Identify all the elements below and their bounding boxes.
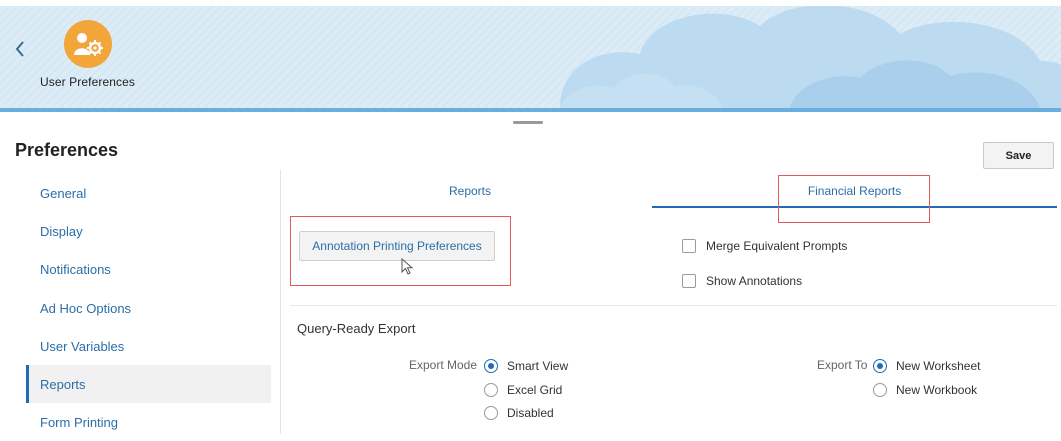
banner-bottom-bar [0, 108, 1061, 112]
sidebar-divider [280, 170, 281, 434]
header-banner: User Preferences [0, 0, 1061, 112]
sidebar-item-user-variables[interactable]: User Variables [26, 327, 271, 365]
sidebar-item-reports[interactable]: Reports [26, 365, 271, 403]
radio-label: New Workbook [896, 383, 978, 397]
export-mode-label: Export Mode [409, 358, 478, 372]
sidebar-item-notifications[interactable]: Notifications [26, 250, 271, 288]
radio-label: Smart View [507, 359, 569, 373]
user-settings-icon [64, 20, 112, 68]
radio-button[interactable] [484, 406, 498, 420]
section-divider [290, 305, 1057, 306]
save-button[interactable]: Save [983, 142, 1054, 169]
sidebar-item-display[interactable]: Display [26, 212, 271, 250]
sidebar-item-general[interactable]: General [26, 174, 271, 212]
checkbox-label: Merge Equivalent Prompts [706, 239, 848, 253]
radio-new-worksheet[interactable]: New Worksheet [873, 357, 980, 375]
radio-smart-view[interactable]: Smart View [484, 357, 568, 375]
sidebar-item-form-printing[interactable]: Form Printing [26, 403, 271, 441]
radio-button[interactable] [484, 359, 498, 373]
radio-label: Excel Grid [507, 383, 563, 397]
page-title: Preferences [15, 140, 119, 160]
radio-label: New Worksheet [896, 359, 981, 373]
radio-excel-grid[interactable]: Excel Grid [484, 381, 562, 399]
checkbox-box[interactable] [682, 239, 696, 253]
section-title-query-ready-export: Query-Ready Export [297, 321, 416, 336]
export-to-label: Export To [817, 358, 868, 372]
radio-label: Disabled [507, 406, 554, 420]
highlight-box-financial-reports [778, 175, 930, 223]
radio-disabled[interactable]: Disabled [484, 404, 554, 422]
merge-equivalent-prompts-checkbox[interactable]: Merge Equivalent Prompts [682, 237, 847, 255]
annotation-printing-preferences-button[interactable]: Annotation Printing Preferences [299, 231, 495, 261]
sidebar-item-ad-hoc-options[interactable]: Ad Hoc Options [26, 289, 271, 327]
app-title: User Preferences [40, 75, 135, 89]
checkbox-box[interactable] [682, 274, 696, 288]
radio-new-workbook[interactable]: New Workbook [873, 381, 977, 399]
chevron-left-icon[interactable] [14, 40, 28, 58]
banner-clouds-decoration [0, 6, 1061, 108]
mouse-pointer-icon [401, 258, 414, 275]
show-annotations-checkbox[interactable]: Show Annotations [682, 272, 802, 290]
checkbox-label: Show Annotations [706, 274, 803, 288]
radio-button[interactable] [484, 383, 498, 397]
radio-button[interactable] [873, 383, 887, 397]
panel-resize-handle[interactable] [513, 121, 543, 124]
tab-reports[interactable]: Reports [290, 174, 650, 208]
radio-button[interactable] [873, 359, 887, 373]
